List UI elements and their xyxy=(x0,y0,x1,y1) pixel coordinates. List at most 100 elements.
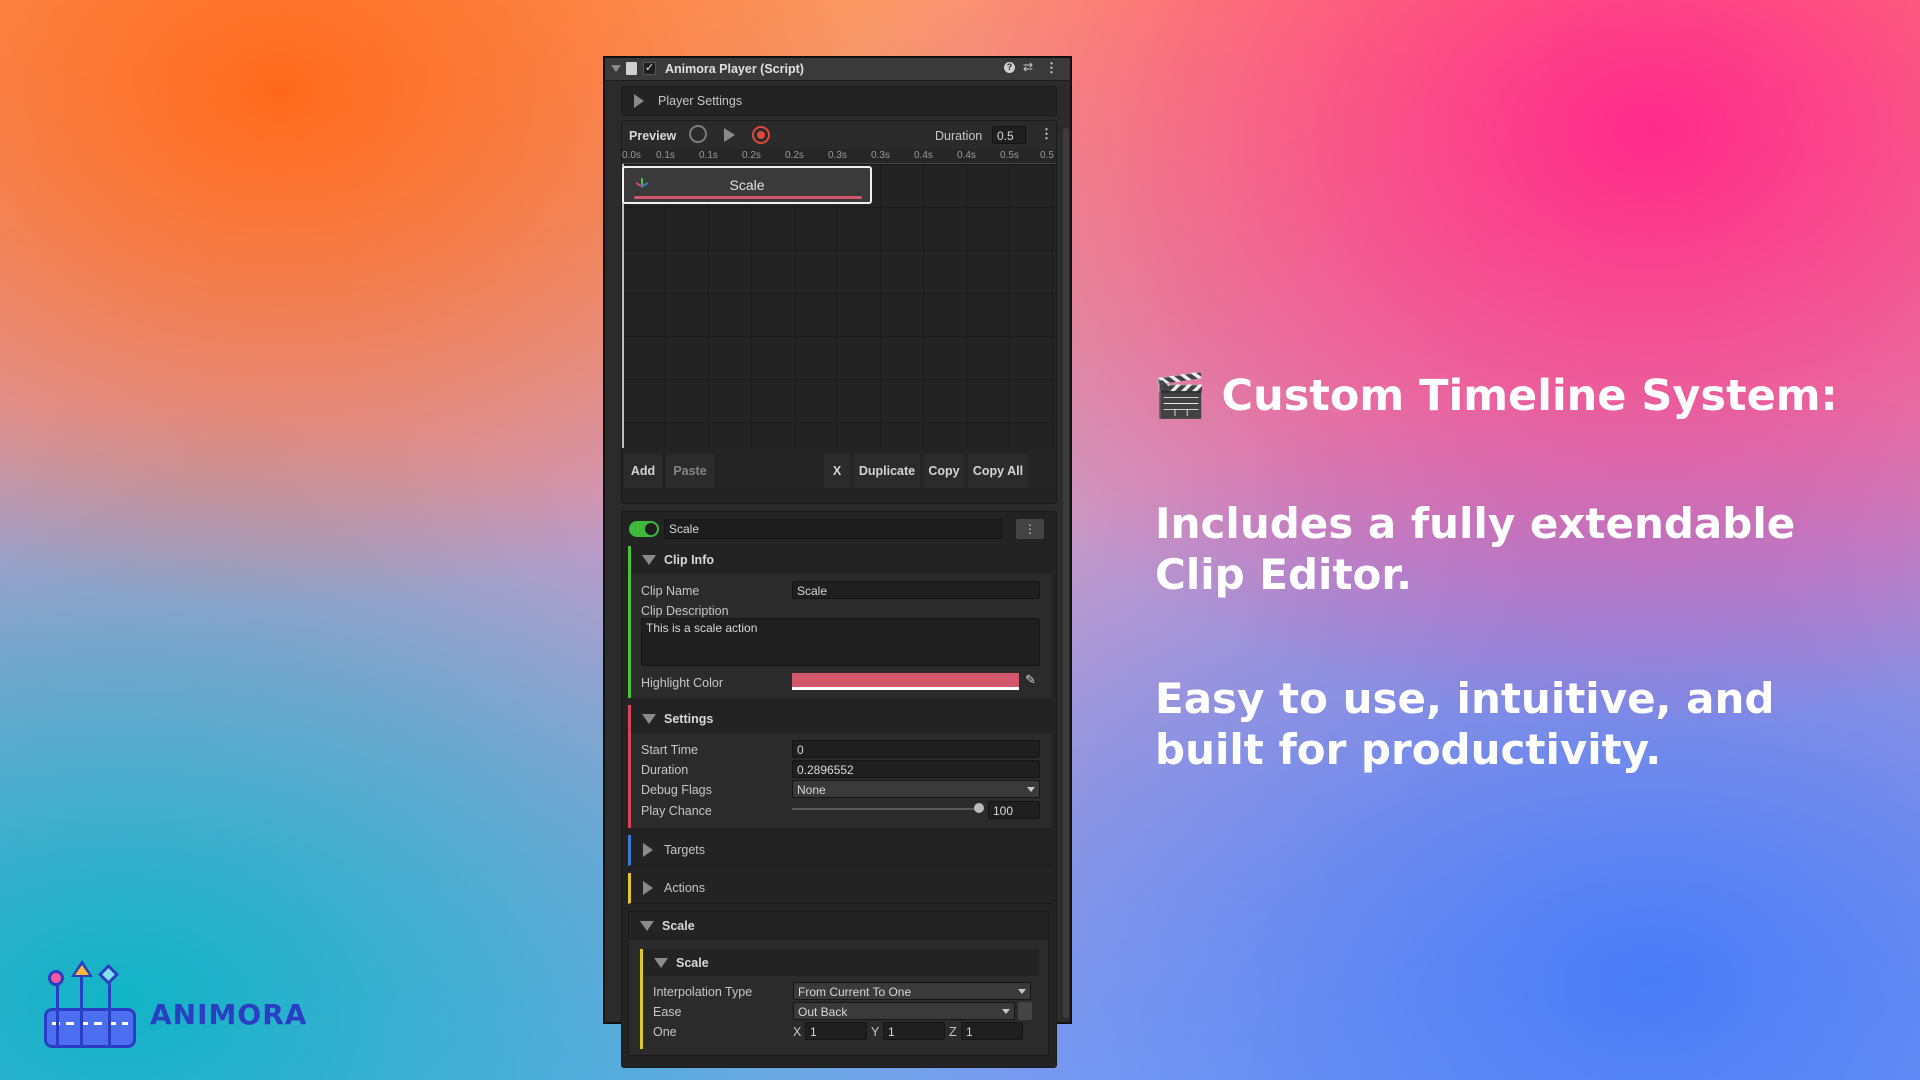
y-label: Y xyxy=(871,1025,880,1039)
clip-menu-button[interactable]: ⋮ xyxy=(1016,519,1044,539)
collapse-arrow-icon xyxy=(642,555,656,565)
timeline-clip[interactable]: Scale xyxy=(622,166,872,204)
presets-icon[interactable]: ⇄ xyxy=(1023,60,1033,74)
x-field[interactable]: 1 xyxy=(805,1022,867,1040)
ease-dropdown[interactable]: Out Back xyxy=(793,1002,1015,1020)
clip-name-field[interactable]: Scale xyxy=(664,519,1002,539)
chevron-down-icon xyxy=(1018,989,1026,994)
kebab-menu-icon[interactable]: ⋮ xyxy=(1045,60,1058,76)
ease-value: Out Back xyxy=(798,1005,848,1019)
interpolation-type-label: Interpolation Type xyxy=(653,985,753,999)
clip-info-title: Clip Info xyxy=(664,553,714,567)
play-icon[interactable] xyxy=(724,128,735,142)
settings-section: Settings Start Time 0 Duration 0.2896552… xyxy=(628,705,1052,828)
eyedropper-icon[interactable]: ✎ xyxy=(1025,672,1036,688)
targets-foldout[interactable]: Targets xyxy=(628,835,1052,866)
clip-highlight-bar xyxy=(634,196,862,199)
clip-name-input[interactable]: Scale xyxy=(792,581,1040,599)
targets-label: Targets xyxy=(664,843,705,857)
slider-thumb[interactable] xyxy=(974,803,984,813)
delete-button[interactable]: X xyxy=(824,454,850,488)
playhead-line[interactable] xyxy=(622,164,624,448)
timeline-panel: Preview Duration 0.5 ⋮ 0.0s 0.1s 0.1s 0.… xyxy=(621,120,1057,504)
settings-header[interactable]: Settings xyxy=(631,705,1052,733)
hero-paragraph-2-line-2: built for productivity. xyxy=(1155,725,1662,775)
timeline-menu-icon[interactable]: ⋮ xyxy=(1040,126,1053,142)
duration-field[interactable]: 0.5 xyxy=(992,126,1026,144)
collapse-arrow-icon xyxy=(642,714,656,724)
enabled-checkbox[interactable]: ✓ xyxy=(643,62,656,75)
highlight-color-label: Highlight Color xyxy=(641,676,723,690)
animora-logo-icon xyxy=(42,960,142,1050)
ruler-tick: 0.2s xyxy=(785,150,804,161)
record-button[interactable] xyxy=(752,126,770,144)
duration-label: Duration xyxy=(641,763,689,777)
actions-label: Actions xyxy=(664,881,705,895)
y-field[interactable]: 1 xyxy=(883,1022,945,1040)
timeline-grid[interactable]: Scale xyxy=(622,164,1056,448)
highlight-color-swatch[interactable] xyxy=(792,673,1019,690)
time-ruler[interactable]: 0.0s 0.1s 0.1s 0.2s 0.2s 0.3s 0.3s 0.4s … xyxy=(622,149,1056,164)
settings-title: Settings xyxy=(664,712,714,726)
clip-enabled-toggle[interactable] xyxy=(629,521,659,537)
scale-title: Scale xyxy=(662,919,695,933)
start-time-label: Start Time xyxy=(641,743,698,757)
play-chance-slider[interactable] xyxy=(792,802,984,816)
timeline-toolbar: Preview Duration 0.5 ⋮ xyxy=(622,121,1056,150)
ruler-tick: 0.3s xyxy=(828,150,847,161)
scale-inner-title: Scale xyxy=(676,956,709,970)
inspector-scrollbar[interactable] xyxy=(1063,128,1069,1018)
player-settings-foldout[interactable]: Player Settings xyxy=(621,86,1057,116)
scale-inner-header[interactable]: Scale xyxy=(643,949,1039,976)
play-chance-input[interactable]: 100 xyxy=(988,801,1040,819)
scale-inner-section: Scale Interpolation Type From Current To… xyxy=(640,949,1039,1049)
clip-info-header[interactable]: Clip Info xyxy=(631,546,1052,574)
ruler-tick: 0.3s xyxy=(871,150,890,161)
ruler-tick: 0.5 xyxy=(1040,150,1054,161)
preview-label: Preview xyxy=(629,129,677,143)
chevron-down-icon xyxy=(1002,1009,1010,1014)
inspector-panel: ✓ Animora Player (Script) ? ⇄ ⋮ Player S… xyxy=(603,56,1072,1068)
expand-arrow-icon xyxy=(643,881,653,895)
actions-foldout[interactable]: Actions xyxy=(628,873,1052,904)
copy-button[interactable]: Copy xyxy=(924,454,964,488)
hero-paragraph-1-line-1: Includes a fully extendable xyxy=(1155,499,1796,548)
ruler-tick: 0.5s xyxy=(1000,150,1019,161)
hero-paragraph-1: Includes a fully extendable Clip Editor. xyxy=(1155,498,1795,600)
hero-title: Custom Timeline System: xyxy=(1221,371,1838,421)
paste-button[interactable]: Paste xyxy=(666,454,714,488)
ruler-tick: 0.0s xyxy=(622,150,641,161)
debug-flags-label: Debug Flags xyxy=(641,783,712,797)
clip-description-textarea[interactable]: This is a scale action xyxy=(641,618,1040,666)
component-header[interactable]: ✓ Animora Player (Script) ? ⇄ ⋮ xyxy=(605,58,1070,81)
z-field[interactable]: 1 xyxy=(961,1022,1023,1040)
debug-flags-dropdown[interactable]: None xyxy=(792,780,1040,798)
play-chance-label: Play Chance xyxy=(641,804,712,818)
hero-heading: 🎬 Custom Timeline System: xyxy=(1153,370,1838,422)
loop-icon[interactable] xyxy=(689,125,707,143)
duration-input[interactable]: 0.2896552 xyxy=(792,760,1040,778)
clip-description-label: Clip Description xyxy=(641,604,729,618)
duplicate-button[interactable]: Duplicate xyxy=(854,454,920,488)
foldout-arrow-icon[interactable] xyxy=(611,65,621,72)
interpolation-type-dropdown[interactable]: From Current To One xyxy=(793,982,1031,1000)
player-settings-label: Player Settings xyxy=(658,94,743,108)
clip-info-section: Clip Info Clip Name Scale Clip Descripti… xyxy=(628,546,1052,698)
add-button[interactable]: Add xyxy=(624,454,662,488)
hero-paragraph-1-line-2: Clip Editor. xyxy=(1155,550,1413,600)
ruler-tick: 0.2s xyxy=(742,150,761,161)
hero-paragraph-2: Easy to use, intuitive, and built for pr… xyxy=(1155,673,1774,775)
brand-name: ANIMORA xyxy=(150,998,308,1031)
ease-preview-button[interactable] xyxy=(1018,1002,1032,1020)
scale-section: Scale Scale Interpolation Type From Curr… xyxy=(628,911,1049,1056)
slider-track xyxy=(792,808,982,810)
help-icon[interactable]: ? xyxy=(1004,62,1015,73)
start-time-input[interactable]: 0 xyxy=(792,740,1040,758)
ruler-tick: 0.4s xyxy=(957,150,976,161)
scale-header[interactable]: Scale xyxy=(629,912,1048,940)
ruler-tick: 0.4s xyxy=(914,150,933,161)
one-label: One xyxy=(653,1025,677,1039)
z-label: Z xyxy=(949,1025,957,1039)
copy-all-button[interactable]: Copy All xyxy=(968,454,1028,488)
ruler-tick: 0.1s xyxy=(656,150,675,161)
